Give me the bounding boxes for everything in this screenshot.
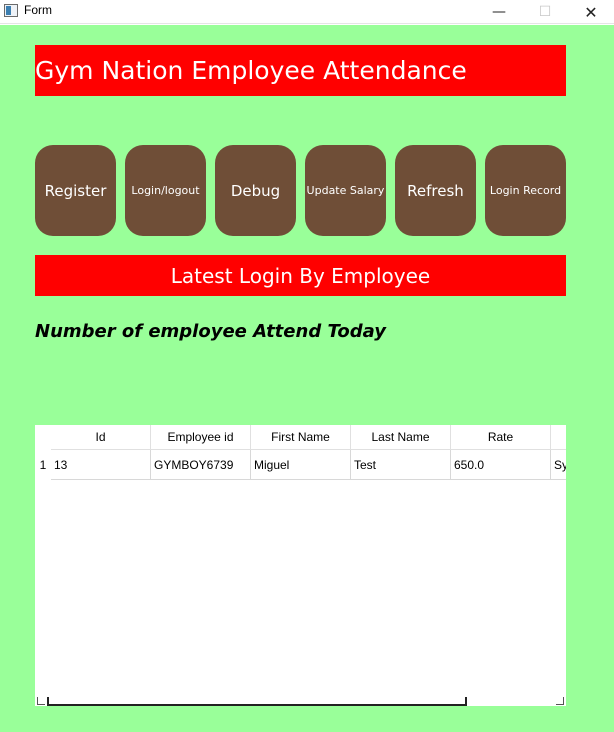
table-cell-id[interactable]: 13 (51, 450, 151, 480)
column-header-extra[interactable] (551, 425, 566, 450)
window-title: Form (24, 3, 52, 17)
page-title: Gym Nation Employee Attendance (35, 45, 566, 96)
table-cell-extra[interactable]: Sy (551, 450, 566, 480)
column-header-employee-id[interactable]: Employee id (151, 425, 251, 450)
refresh-button[interactable]: Refresh (395, 145, 476, 236)
column-header-id[interactable]: Id (51, 425, 151, 450)
column-header-rate[interactable]: Rate (451, 425, 551, 450)
attendance-count-label: Number of employee Attend Today (35, 321, 386, 342)
table-row[interactable]: 13 GYMBOY6739 Miguel Test 650.0 Sy (51, 450, 566, 480)
horizontal-scrollbar[interactable] (35, 696, 566, 706)
login-record-button[interactable]: Login Record (485, 145, 566, 236)
table-header-row: Id Employee id First Name Last Name Rate (51, 425, 566, 450)
maximize-button[interactable]: ☐ (522, 0, 568, 24)
column-header-last-name[interactable]: Last Name (351, 425, 451, 450)
register-button[interactable]: Register (35, 145, 116, 236)
scroll-left-icon[interactable] (37, 697, 45, 705)
employee-table[interactable]: Id Employee id First Name Last Name Rate… (35, 425, 566, 706)
row-header[interactable]: 1 (35, 450, 51, 480)
table-cell-rate[interactable]: 650.0 (451, 450, 551, 480)
table-cell-employee-id[interactable]: GYMBOY6739 (151, 450, 251, 480)
close-button[interactable]: ✕ (568, 0, 614, 24)
login-logout-button[interactable]: Login/logout (125, 145, 206, 236)
column-header-first-name[interactable]: First Name (251, 425, 351, 450)
latest-login-heading: Latest Login By Employee (35, 255, 566, 296)
window-titlebar: Form — ☐ ✕ (0, 0, 614, 24)
table-cell-first-name[interactable]: Miguel (251, 450, 351, 480)
minimize-button[interactable]: — (476, 0, 522, 24)
form-app-icon (4, 4, 18, 17)
table-corner-button[interactable] (35, 425, 51, 450)
debug-button[interactable]: Debug (215, 145, 296, 236)
scroll-right-icon[interactable] (556, 697, 564, 705)
update-salary-button[interactable]: Update Salary (305, 145, 386, 236)
table-cell-last-name[interactable]: Test (351, 450, 451, 480)
form-client-area: Gym Nation Employee Attendance Register … (0, 25, 614, 732)
scrollbar-thumb[interactable] (47, 697, 467, 706)
